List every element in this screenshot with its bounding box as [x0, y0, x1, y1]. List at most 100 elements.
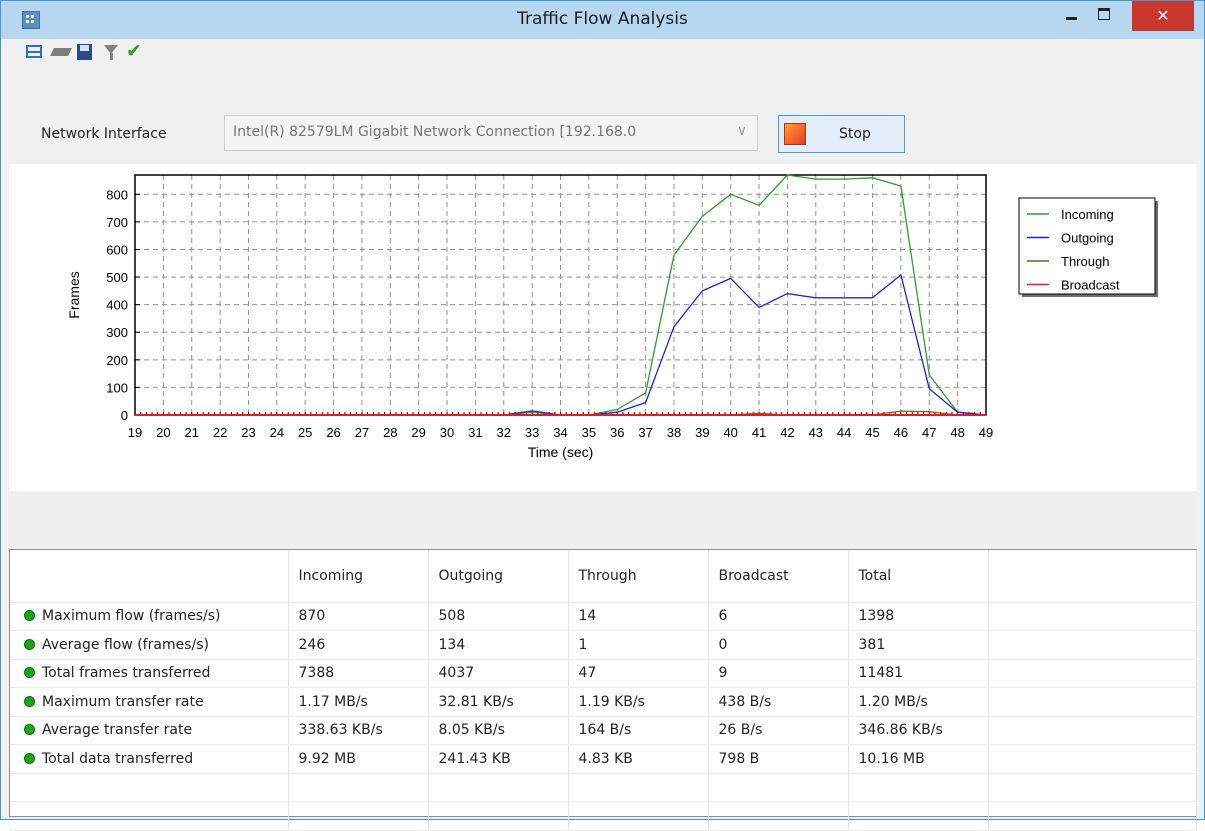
network-interface-select[interactable]: Intel(R) 82579LM Gigabit Network Connect…: [224, 115, 758, 151]
close-button[interactable]: ✕: [1132, 1, 1194, 31]
column-header: Broadcast: [708, 550, 849, 603]
stat-value: 4037: [428, 659, 569, 688]
column-filler: [988, 630, 1197, 660]
traffic-chart-panel: 19 20 21 22 23 24 25 26 27 28 29 30 31 32 33 34 35 36 37 38…: [9, 164, 1197, 491]
check-icon[interactable]: ✔: [126, 41, 148, 63]
status-dot-icon: [24, 610, 35, 622]
title-bar[interactable]: Traffic Flow Analysis ✕: [1, 1, 1204, 39]
stat-value: 9.92 MB: [288, 744, 429, 774]
stat-value: 338.63 KB/s: [288, 716, 429, 745]
x-tick-label: 41: [752, 425, 766, 440]
stat-value: 508: [428, 602, 569, 631]
empty-cell: [708, 801, 849, 831]
stat-value: 1: [568, 630, 709, 660]
empty-cell: [848, 773, 989, 802]
x-axis-label: Time (sec): [528, 444, 594, 460]
network-interface-value: Intel(R) 82579LM Gigabit Network Connect…: [233, 124, 637, 140]
row-label-text: Maximum flow (frames/s): [42, 608, 221, 625]
stat-value: 8.05 KB/s: [428, 716, 569, 745]
x-tick-label: 26: [326, 425, 340, 440]
y-tick-label: 200: [106, 353, 128, 368]
stat-value: 164 B/s: [568, 716, 709, 745]
row-label: Total frames transferred: [10, 659, 289, 688]
stat-value: 32.81 KB/s: [428, 687, 569, 717]
status-dot-icon: [24, 752, 35, 764]
row-label-text: Average flow (frames/s): [42, 636, 209, 653]
x-tick-label: 43: [809, 425, 823, 440]
stats-row[interactable]: Total data transferred 9.92 MB 241.43 KB 4.…: [10, 744, 1197, 774]
column-filler: [988, 744, 1197, 774]
row-label: Total data transferred: [10, 744, 289, 774]
row-label-text: Maximum transfer rate: [42, 693, 204, 710]
empty-cell: [568, 801, 709, 831]
x-tick-label: 39: [695, 425, 709, 440]
stats-row[interactable]: Maximum transfer rate 1.17 MB/s 32.81 KB/s…: [10, 687, 1197, 717]
x-tick-label: 36: [610, 425, 624, 440]
status-dot-icon: [24, 695, 35, 707]
x-tick-label: 24: [270, 425, 284, 440]
x-tick-label: 33: [525, 425, 539, 440]
empty-cell: [988, 773, 1197, 802]
status-dot-icon: [24, 724, 35, 736]
y-tick-label: 300: [106, 325, 128, 340]
row-label-text: Total data transferred: [42, 750, 194, 767]
column-filler: [988, 550, 1197, 603]
stat-value: 870: [288, 602, 429, 631]
x-tick-label: 46: [894, 425, 908, 440]
x-tick-label: 42: [780, 425, 794, 440]
empty-cell: [708, 773, 849, 802]
empty-cell: [288, 773, 429, 802]
chart-footer-band: [9, 491, 1197, 546]
stats-row[interactable]: Total frames transferred 7388 4037 47 9 11481: [10, 659, 1197, 688]
x-tick-label: 25: [298, 425, 312, 440]
x-tick-label: 31: [468, 425, 482, 440]
empty-cell: [428, 773, 569, 802]
stat-value: 798 B: [708, 744, 849, 774]
column-filler: [988, 602, 1197, 631]
x-tick-label: 45: [865, 425, 879, 440]
y-tick-label: 100: [106, 380, 128, 395]
stats-table-panel: Incoming Outgoing Through Broadcast Total Max…: [9, 549, 1197, 831]
x-tick-label: 44: [837, 425, 851, 440]
save-icon[interactable]: [74, 41, 96, 63]
stop-button[interactable]: Stop: [778, 115, 905, 153]
y-tick-label: 400: [106, 298, 128, 313]
stat-value: 346.86 KB/s: [848, 716, 989, 745]
stat-value: 14: [568, 602, 709, 631]
chip-icon[interactable]: [50, 41, 72, 63]
filter-icon[interactable]: [100, 41, 122, 63]
stat-value: 9: [708, 659, 849, 688]
empty-cell: [568, 773, 709, 802]
stats-row[interactable]: Average flow (frames/s) 246 134 1 0 381: [10, 630, 1197, 660]
stat-value: 7388: [288, 659, 429, 688]
y-tick-label: 700: [106, 215, 128, 230]
column-header: Outgoing: [428, 550, 569, 603]
stats-row[interactable]: Average transfer rate 338.63 KB/s 8.05 KB/…: [10, 716, 1197, 745]
x-tick-label: 37: [638, 425, 652, 440]
stat-value: 438 B/s: [708, 687, 849, 717]
column-header: Through: [568, 550, 709, 603]
maximize-button[interactable]: [1091, 1, 1121, 31]
stat-value: 26 B/s: [708, 716, 849, 745]
row-label: Maximum flow (frames/s): [10, 602, 289, 631]
minimize-button[interactable]: [1059, 1, 1089, 31]
y-tick-label: 500: [106, 270, 128, 285]
stat-value: 246: [288, 630, 429, 660]
empty-cell: [428, 801, 569, 831]
x-tick-label: 35: [582, 425, 596, 440]
x-tick-label: 28: [383, 425, 397, 440]
column-filler: [988, 716, 1197, 745]
legend-label: Broadcast: [1061, 278, 1120, 293]
stat-value: 381: [848, 630, 989, 660]
empty-row: [10, 773, 1197, 802]
layout-icon[interactable]: [24, 41, 46, 63]
traffic-chart: 19 20 21 22 23 24 25 26 27 28 29 30 31 32 33 34 35 36 37 38…: [66, 174, 1158, 460]
stat-value: 1.20 MB/s: [848, 687, 989, 717]
x-tick-label: 48: [950, 425, 964, 440]
x-tick-label: 38: [667, 425, 681, 440]
network-interface-label: Network Interface: [41, 126, 167, 142]
empty-cell: [288, 801, 429, 831]
x-tick-label: 30: [440, 425, 454, 440]
x-tick-label: 32: [497, 425, 511, 440]
stats-row[interactable]: Maximum flow (frames/s) 870 508 14 6 1398: [10, 602, 1197, 631]
